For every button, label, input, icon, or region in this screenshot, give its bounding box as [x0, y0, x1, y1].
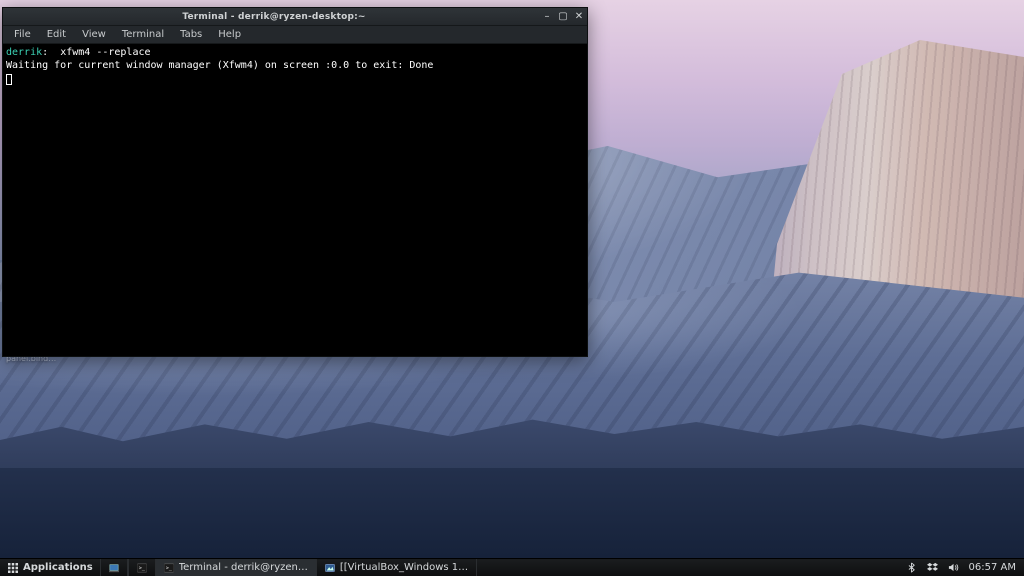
- show-desktop-icon: [108, 562, 120, 574]
- task-label: Terminal - derrik@ryzen…: [179, 562, 308, 573]
- system-tray: 06:57 AM: [898, 559, 1024, 576]
- svg-text:>_: >_: [166, 565, 173, 571]
- menu-help[interactable]: Help: [211, 27, 248, 42]
- window-title: Terminal - derrik@ryzen-desktop:~: [9, 12, 539, 22]
- terminal-prompt-user: derrik: [6, 47, 42, 58]
- terminal-window[interactable]: Terminal - derrik@ryzen-desktop:~ – ▢ ✕ …: [2, 7, 588, 357]
- task-terminal[interactable]: >_ Terminal - derrik@ryzen…: [156, 559, 317, 576]
- dropbox-icon[interactable]: [927, 562, 939, 574]
- applications-menu-label: Applications: [23, 562, 93, 573]
- terminal-output-line: Waiting for current window manager (Xfwm…: [6, 60, 433, 71]
- show-desktop-button[interactable]: [101, 559, 128, 576]
- launcher-terminal[interactable]: >_: [129, 559, 156, 576]
- terminal-icon: >_: [136, 562, 148, 574]
- task-virtualbox[interactable]: [[VirtualBox_Windows 1…: [317, 559, 477, 576]
- svg-text:>_: >_: [139, 565, 146, 571]
- volume-icon[interactable]: [948, 562, 960, 574]
- menu-tabs[interactable]: Tabs: [173, 27, 209, 42]
- window-titlebar[interactable]: Terminal - derrik@ryzen-desktop:~ – ▢ ✕: [3, 8, 587, 26]
- menu-edit[interactable]: Edit: [40, 27, 73, 42]
- menu-terminal[interactable]: Terminal: [115, 27, 171, 42]
- desktop: panel.bind… Terminal - derrik@ryzen-desk…: [0, 0, 1024, 576]
- menu-file[interactable]: File: [7, 27, 38, 42]
- terminal-icon: >_: [164, 563, 174, 573]
- apps-grid-icon: [7, 562, 19, 574]
- terminal-cursor: [6, 74, 12, 85]
- terminal-body[interactable]: derrik: xfwm4 --replace Waiting for curr…: [3, 44, 587, 356]
- menu-view[interactable]: View: [75, 27, 113, 42]
- applications-menu-button[interactable]: Applications: [0, 559, 101, 576]
- bluetooth-icon[interactable]: [906, 562, 918, 574]
- window-maximize-button[interactable]: ▢: [555, 9, 571, 25]
- terminal-command: xfwm4 --replace: [48, 47, 150, 58]
- window-close-button[interactable]: ✕: [571, 9, 587, 25]
- task-label: [[VirtualBox_Windows 1…: [340, 562, 468, 573]
- window-minimize-button[interactable]: –: [539, 9, 555, 25]
- taskbar: Applications >_ >_ Terminal - derrik@ryz…: [0, 558, 1024, 576]
- window-menubar: File Edit View Terminal Tabs Help: [3, 26, 587, 44]
- image-icon: [325, 563, 335, 573]
- panel-clock[interactable]: 06:57 AM: [969, 562, 1016, 573]
